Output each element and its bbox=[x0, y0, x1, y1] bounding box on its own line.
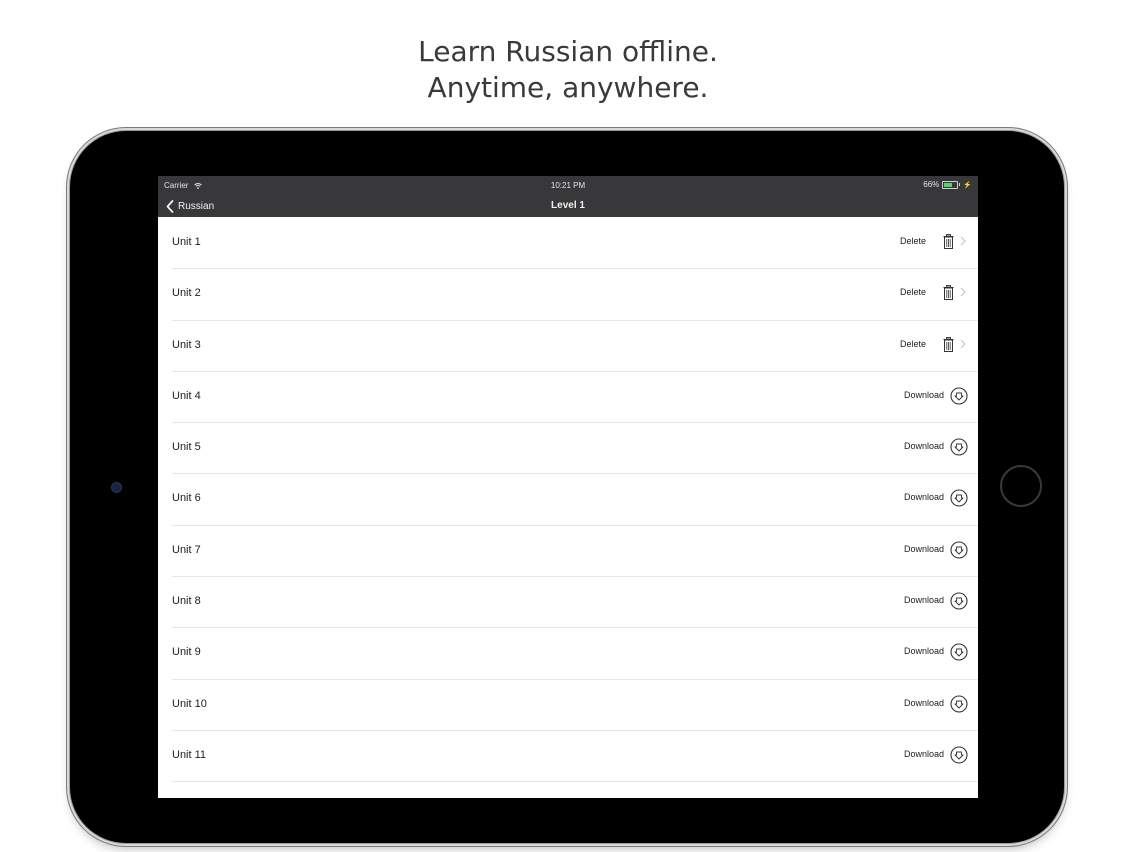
list-item[interactable]: Unit 8 Download bbox=[158, 576, 978, 629]
chevron-right-icon bbox=[960, 287, 966, 297]
download-button[interactable]: Download bbox=[904, 749, 944, 759]
unit-label: Unit 1 bbox=[172, 236, 201, 248]
list-item[interactable]: Unit 10 Download bbox=[158, 679, 978, 731]
battery-indicator: 66% ⚡ bbox=[923, 180, 972, 189]
page-title: Level 1 bbox=[551, 200, 585, 211]
unit-label: Unit 5 bbox=[172, 441, 201, 454]
list-item[interactable]: Unit 6 Download bbox=[158, 473, 978, 526]
download-circle-icon[interactable] bbox=[950, 387, 968, 405]
list-item[interactable]: Unit 2 Delete bbox=[158, 268, 978, 321]
download-button[interactable]: Download bbox=[904, 646, 944, 656]
clock: 10:21 PM bbox=[550, 181, 586, 190]
unit-label: Unit 10 bbox=[172, 697, 207, 710]
charging-bolt-icon: ⚡ bbox=[963, 181, 972, 189]
download-circle-icon[interactable] bbox=[950, 746, 968, 764]
unit-label: Unit 8 bbox=[172, 595, 201, 608]
unit-label: Unit 2 bbox=[172, 287, 201, 300]
headline-line-1: Learn Russian offline. bbox=[418, 35, 718, 68]
status-bar: Carrier 10:21 PM 66% ⚡ bbox=[158, 176, 978, 194]
download-circle-icon[interactable] bbox=[950, 438, 968, 456]
download-button[interactable]: Download bbox=[904, 390, 944, 400]
row-divider bbox=[172, 781, 978, 783]
download-button[interactable]: Download bbox=[904, 492, 944, 502]
chevron-right-icon bbox=[960, 236, 966, 246]
download-circle-icon[interactable] bbox=[950, 592, 968, 610]
download-button[interactable]: Download bbox=[904, 441, 944, 451]
camera-icon bbox=[112, 483, 121, 492]
unit-list: Unit 1 Delete Unit 2 Delete Unit 3 Delete Unit… bbox=[158, 217, 978, 783]
list-item[interactable]: Unit 5 Download bbox=[158, 422, 978, 475]
battery-cap bbox=[959, 183, 961, 186]
chevron-right-icon bbox=[960, 339, 966, 349]
list-item[interactable]: Unit 4 Download bbox=[158, 371, 978, 424]
device-screen: Carrier 10:21 PM 66% ⚡ Russian Level 1 U… bbox=[158, 176, 978, 798]
download-button[interactable]: Download bbox=[904, 595, 944, 605]
download-circle-icon[interactable] bbox=[950, 541, 968, 559]
unit-label: Unit 7 bbox=[172, 543, 201, 556]
delete-button[interactable]: Delete bbox=[900, 236, 926, 246]
list-item[interactable]: Unit 7 Download bbox=[158, 525, 978, 578]
list-item[interactable]: Unit 3 Delete bbox=[158, 320, 978, 372]
battery-icon bbox=[942, 180, 959, 189]
trash-icon[interactable] bbox=[943, 336, 954, 352]
delete-button[interactable]: Delete bbox=[900, 287, 926, 297]
list-item[interactable]: Unit 9 Download bbox=[158, 627, 978, 680]
unit-label: Unit 9 bbox=[172, 646, 201, 659]
navigation-bar: Russian Level 1 bbox=[158, 194, 978, 217]
unit-label: Unit 11 bbox=[172, 748, 207, 761]
list-item[interactable]: Unit 11 Download bbox=[158, 730, 978, 783]
marketing-headline: Learn Russian offline. Anytime, anywhere… bbox=[0, 34, 1136, 106]
list-item[interactable]: Unit 1 Delete bbox=[158, 217, 978, 270]
home-button[interactable] bbox=[1000, 465, 1042, 507]
trash-icon[interactable] bbox=[943, 234, 954, 249]
headline-line-2: Anytime, anywhere. bbox=[427, 71, 709, 104]
delete-button[interactable]: Delete bbox=[900, 339, 926, 349]
battery-percent: 66% bbox=[923, 180, 940, 189]
download-button[interactable]: Download bbox=[904, 544, 944, 554]
unit-label: Unit 3 bbox=[172, 338, 201, 351]
trash-icon[interactable] bbox=[943, 285, 954, 301]
unit-label: Unit 6 bbox=[172, 492, 201, 505]
download-circle-icon[interactable] bbox=[950, 695, 968, 713]
download-button[interactable]: Download bbox=[904, 698, 944, 708]
unit-label: Unit 4 bbox=[172, 389, 201, 402]
download-circle-icon[interactable] bbox=[950, 643, 968, 661]
download-circle-icon[interactable] bbox=[950, 489, 968, 508]
